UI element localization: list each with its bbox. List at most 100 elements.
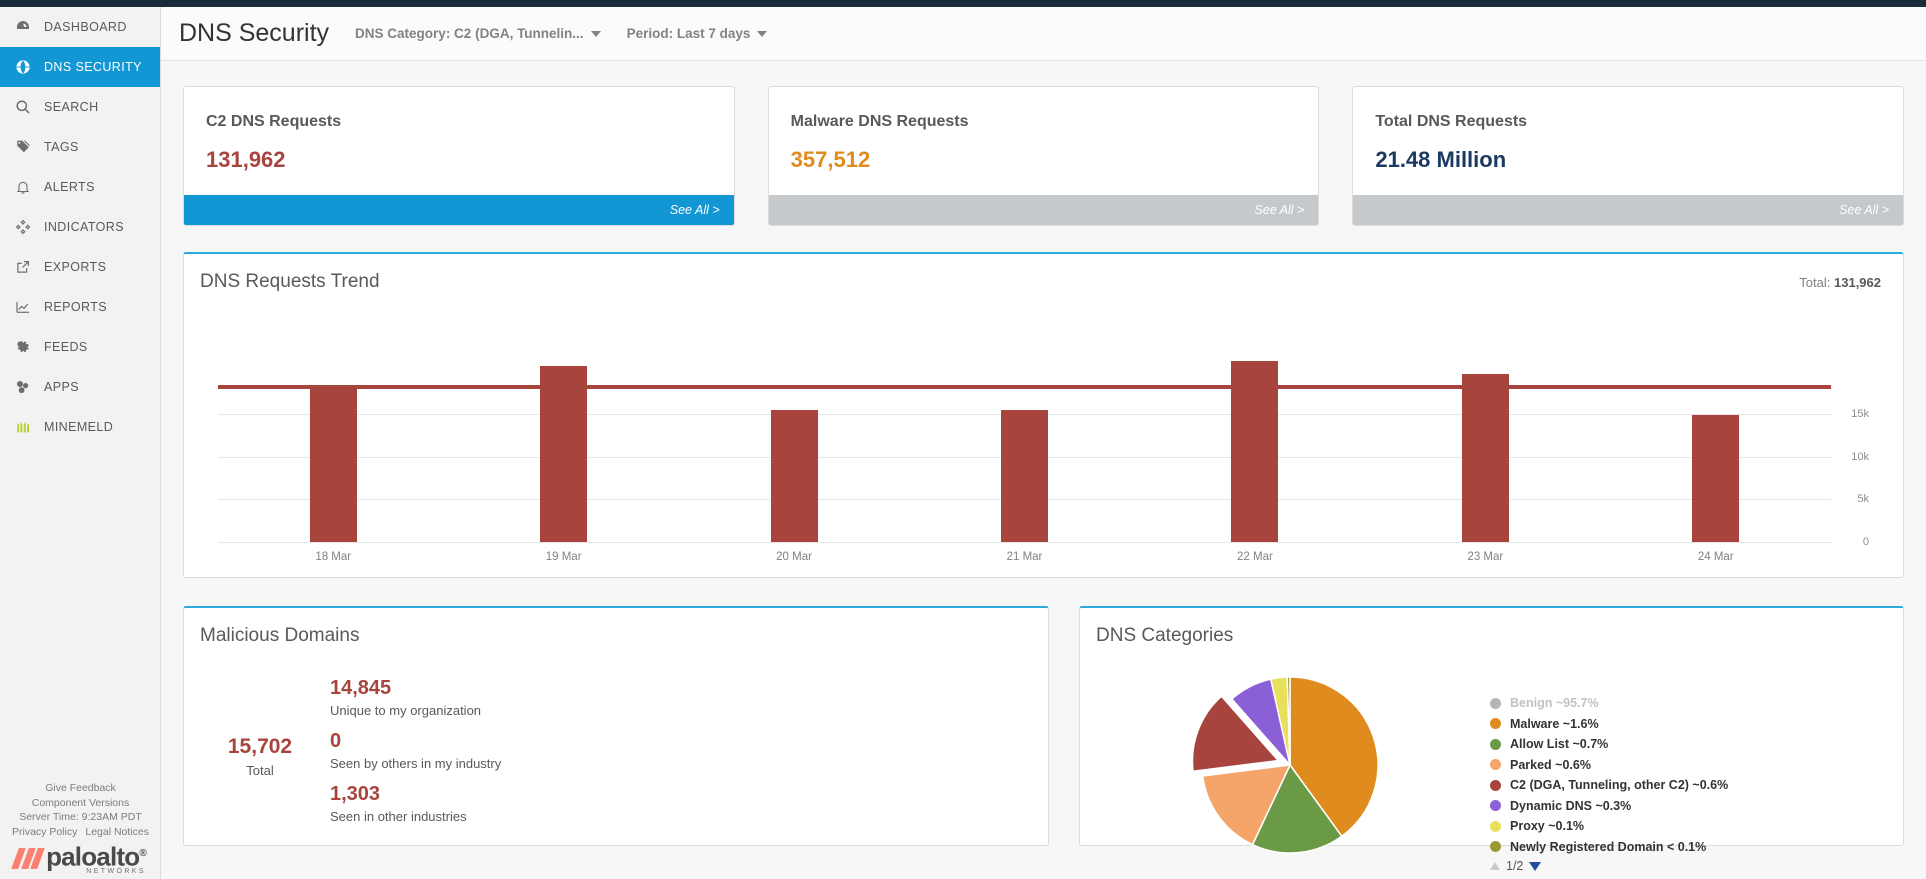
total-label: Total (246, 763, 274, 778)
chart-bar[interactable] (1692, 414, 1740, 542)
chart-bar[interactable] (309, 387, 357, 542)
privacy-policy-link[interactable]: Privacy Policy (12, 825, 77, 840)
panel-title: Malicious Domains (200, 625, 360, 646)
breakdown-value: 0 (330, 730, 342, 752)
chart-bar-cell[interactable] (679, 326, 909, 542)
chart-bar-cell[interactable] (1140, 326, 1370, 542)
sidebar-item-minemeld[interactable]: MINEMELD (0, 407, 160, 447)
search-icon (14, 99, 31, 116)
legend-color-dot (1490, 718, 1501, 730)
legend-color-dot (1490, 820, 1501, 832)
dns-category-filter-label: DNS Category: C2 (DGA, Tunnelin... (355, 26, 584, 41)
see-all-button[interactable]: See All > (1353, 195, 1904, 225)
sidebar-item-label: INDICATORS (44, 220, 124, 234)
legend-item[interactable]: Benign ~95.7% (1490, 693, 1893, 714)
trend-total-value: 131,962 (1834, 274, 1881, 290)
panel-title: DNS Requests Trend (200, 271, 380, 292)
trend-total-label: Total: (1799, 274, 1831, 290)
crosshair-icon (14, 219, 31, 236)
sidebar-footer: Give Feedback Component Versions Server … (0, 781, 161, 879)
legend-color-dot (1490, 759, 1501, 771)
see-all-button[interactable]: See All > (184, 195, 734, 225)
card-value: 21.48 Million (1375, 147, 1507, 172)
sidebar-item-alerts[interactable]: ALERTS (0, 167, 160, 207)
legend-item-label: Benign ~95.7% (1510, 696, 1599, 711)
card-total-dns-requests: Total DNS Requests 21.48 Million See All… (1352, 86, 1905, 226)
bell-icon (14, 179, 31, 196)
see-all-button[interactable]: See All > (768, 195, 1319, 225)
chart-bar-cell[interactable] (1370, 326, 1600, 542)
dns-categories-pie-chart (1100, 661, 1480, 873)
x-axis-tick-label: 20 Mar (776, 551, 812, 563)
legend-color-dot (1490, 738, 1501, 750)
sidebar-item-exports[interactable]: EXPORTS (0, 247, 160, 287)
apps-icon (14, 379, 31, 396)
page-down-icon[interactable] (1529, 861, 1542, 871)
legend-item[interactable]: Parked ~0.6% (1490, 755, 1893, 776)
sidebar-item-search[interactable]: SEARCH (0, 87, 160, 127)
dns-requests-trend-panel: DNS Requests Trend Total: 131,962 0 5k 10k… (183, 252, 1904, 578)
chart-bar-cell[interactable] (1601, 326, 1831, 542)
legend-item[interactable]: Proxy ~0.1% (1490, 816, 1893, 837)
component-versions-link[interactable]: Component Versions (0, 796, 161, 811)
legal-notices-link[interactable]: Legal Notices (85, 825, 149, 840)
x-axis-tick-label: 18 Mar (315, 551, 352, 563)
paloalto-logo-text: paloalto® NETWORKS (46, 842, 147, 875)
dns-categories-panel: DNS Categories Benign ~95.7% Malware ~1.6… (1079, 606, 1904, 873)
chart-bar-cell[interactable] (909, 326, 1139, 542)
breakdown-label: Seen by others in my industry (330, 756, 502, 771)
sidebar-item-dashboard[interactable]: DASHBOARD (0, 7, 160, 47)
external-link-icon (14, 259, 31, 276)
sidebar-item-label: DNS SECURITY (44, 60, 142, 74)
panel-title: DNS Categories (1096, 625, 1234, 646)
legend-item[interactable]: C2 (DGA, Tunneling, other C2) ~0.6% (1490, 775, 1893, 796)
sidebar-item-label: EXPORTS (44, 260, 107, 274)
y-axis-tick-label: 15k (1851, 407, 1869, 420)
chart-bar-cell[interactable] (448, 326, 678, 542)
globe-icon (14, 59, 31, 76)
dns-category-filter-dropdown[interactable]: DNS Category: C2 (DGA, Tunnelin... (355, 26, 601, 41)
chart-bar-cell[interactable] (218, 326, 448, 542)
breakdown-label: Unique to my organization (330, 703, 482, 718)
sidebar-item-dns-security[interactable]: DNS SECURITY (0, 47, 160, 87)
bottom-panels-row: Malicious Domains 15,702 Total 14,845 Un… (161, 578, 1926, 873)
dns-categories-legend: Benign ~95.7% Malware ~1.6% Allow List ~0.… (1480, 661, 1893, 873)
primary-sidebar: DASHBOARD DNS SECURITY SEARCH TAGS ALERT… (0, 0, 161, 879)
card-title: C2 DNS Requests (206, 113, 342, 130)
give-feedback-link[interactable]: Give Feedback (0, 781, 161, 796)
dns-security-dashboard: DASHBOARD DNS SECURITY SEARCH TAGS ALERT… (0, 0, 1926, 879)
page-up-icon[interactable] (1490, 862, 1500, 870)
period-filter-dropdown[interactable]: Period: Last 7 days (627, 26, 768, 41)
logo-subtext: NETWORKS (86, 868, 146, 875)
legend-item-label: Parked ~0.6% (1510, 757, 1591, 772)
chart-bar[interactable] (540, 365, 588, 542)
gear-icon (14, 339, 31, 356)
sidebar-item-apps[interactable]: APPS (0, 367, 160, 407)
sidebar-item-feeds[interactable]: FEEDS (0, 327, 160, 367)
malicious-domains-breakdown: 14,845 Unique to my organization 0 Seen … (330, 677, 501, 836)
sidebar-item-label: DASHBOARD (44, 20, 127, 34)
pie-svg (1190, 676, 1379, 854)
sidebar-item-tags[interactable]: TAGS (0, 127, 160, 167)
dns-categories-header: DNS Categories (1080, 608, 1903, 655)
y-axis-tick-label: 5k (1857, 493, 1869, 506)
card-value: 131,962 (206, 147, 286, 172)
x-axis-tick-label: 19 Mar (545, 551, 582, 563)
chart-bar[interactable] (1461, 373, 1509, 542)
legend-color-dot (1490, 697, 1501, 709)
minemeld-icon (14, 419, 31, 436)
dns-categories-body: Benign ~95.7% Malware ~1.6% Allow List ~0.… (1080, 655, 1903, 873)
sidebar-item-reports[interactable]: REPORTS (0, 287, 160, 327)
malicious-domains-total: 15,702 Total (200, 735, 320, 778)
legal-links: Privacy Policy Legal Notices (0, 825, 161, 840)
sidebar-item-indicators[interactable]: INDICATORS (0, 207, 160, 247)
card-title: Total DNS Requests (1375, 113, 1528, 130)
legend-item[interactable]: Newly Registered Domain < 0.1% (1490, 837, 1893, 858)
legend-item[interactable]: Dynamic DNS ~0.3% (1490, 796, 1893, 817)
chart-bar[interactable] (770, 410, 818, 542)
legend-item[interactable]: Malware ~1.6% (1490, 714, 1893, 735)
trend-bar-chart: 0 5k 10k 15k (218, 326, 1869, 548)
chart-bar[interactable] (1000, 410, 1048, 542)
legend-item[interactable]: Allow List ~0.7% (1490, 734, 1893, 755)
sidebar-item-label: FEEDS (44, 340, 88, 354)
